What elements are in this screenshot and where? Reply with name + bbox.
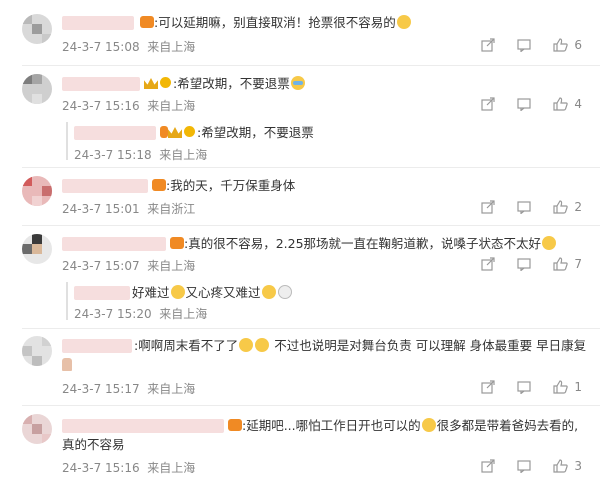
comment-text-tail: 不过也说明是对舞台负责 可以理解 身体最重要 早日康复 — [274, 338, 587, 353]
divider — [22, 225, 600, 226]
comment-icon[interactable] — [517, 380, 531, 394]
thumbs-up-icon — [553, 459, 569, 473]
like-count: 6 — [574, 38, 582, 52]
sweat-emoji-icon — [290, 76, 305, 90]
level-icon — [160, 77, 171, 88]
comment-text: :可以延期嘛，别直接取消！抢票很不容易的 — [154, 15, 396, 30]
avatar[interactable] — [22, 234, 52, 264]
like-count: 2 — [574, 200, 582, 214]
crown-icon — [168, 127, 182, 138]
share-icon[interactable] — [481, 459, 495, 473]
username[interactable] — [62, 339, 132, 353]
divider — [22, 328, 600, 329]
reply-username[interactable] — [74, 126, 156, 140]
like-button[interactable]: 2 — [553, 200, 582, 214]
like-button[interactable]: 4 — [553, 97, 582, 111]
like-count: 4 — [574, 97, 582, 111]
username[interactable] — [62, 16, 134, 30]
reply-text-2: 又心疼又难过 — [185, 285, 261, 300]
comment-text: :真的很不容易，2.25那场就一直在鞠躬道歉，说嗓子状态不太好 — [184, 236, 542, 251]
avatar[interactable] — [22, 336, 52, 366]
username[interactable] — [62, 419, 224, 433]
comment-location: 来自上海 — [147, 259, 196, 273]
comment-text: :我的天，千万保重身体 — [166, 178, 296, 193]
share-icon[interactable] — [481, 97, 495, 111]
share-icon[interactable] — [481, 257, 495, 271]
username[interactable] — [62, 237, 166, 251]
reply-text: 好难过 — [132, 285, 170, 300]
crying-emoji-icon — [261, 285, 276, 299]
comment-text: :啊啊周末看不了了 — [134, 338, 239, 353]
comment-location: 来自浙江 — [147, 202, 196, 216]
thumbs-up-icon — [553, 200, 569, 214]
thumbs-up-icon — [553, 38, 569, 52]
reply-location: 来自上海 — [159, 307, 208, 321]
like-button[interactable]: 7 — [553, 257, 582, 271]
comment-date: 24-3-7 15:01 — [62, 202, 140, 216]
comment-icon[interactable] — [517, 257, 531, 271]
comment-icon[interactable] — [517, 38, 531, 52]
avatar[interactable] — [22, 14, 52, 44]
avatar[interactable] — [22, 414, 52, 444]
avatar[interactable] — [22, 176, 52, 206]
reply-date: 24-3-7 15:18 — [74, 148, 152, 162]
comment-text-tail: 很多都是带着爸妈去看的, — [436, 418, 579, 433]
level-icon — [184, 126, 195, 137]
comment-text: :希望改期，不要退票 — [173, 76, 290, 91]
like-count: 1 — [574, 380, 582, 394]
comment-location: 来自上海 — [147, 99, 196, 113]
comment-text: :延期吧...哪怕工作日开也可以的 — [242, 418, 421, 433]
comment-icon[interactable] — [517, 97, 531, 111]
comment-date: 24-3-7 15:17 — [62, 382, 140, 396]
reply-text: :希望改期，不要退票 — [197, 125, 314, 140]
comment-date: 24-3-7 15:16 — [62, 99, 140, 113]
comment-location: 来自上海 — [147, 40, 196, 54]
comment-date: 24-3-7 15:07 — [62, 259, 140, 273]
reply-indicator — [66, 122, 68, 160]
crying-emoji-icon — [239, 338, 254, 352]
badge-icon — [152, 179, 166, 191]
username[interactable] — [62, 77, 140, 91]
thumbs-up-icon — [553, 257, 569, 271]
comment-text-line2: 真的不容易 — [62, 437, 125, 452]
thumbs-up-icon — [553, 97, 569, 111]
divider — [22, 405, 600, 406]
reply-date: 24-3-7 15:20 — [74, 307, 152, 321]
comment-date: 24-3-7 15:16 — [62, 461, 140, 475]
share-icon[interactable] — [481, 200, 495, 214]
like-button[interactable]: 3 — [553, 459, 582, 473]
reply-location: 来自上海 — [159, 148, 208, 162]
avatar[interactable] — [22, 74, 52, 104]
crying-emoji-icon — [542, 236, 557, 250]
share-icon[interactable] — [481, 38, 495, 52]
comment-location: 来自上海 — [147, 461, 196, 475]
skull-emoji-icon — [277, 285, 292, 299]
crying-emoji-icon — [170, 285, 185, 299]
comment-icon[interactable] — [517, 200, 531, 214]
badge-icon — [140, 16, 154, 28]
comment-location: 来自上海 — [147, 382, 196, 396]
like-count: 3 — [574, 459, 582, 473]
username[interactable] — [62, 179, 148, 193]
praying-emoji-icon — [62, 358, 72, 371]
crying-emoji-icon — [396, 15, 411, 29]
crying-emoji-icon — [421, 418, 436, 432]
comment-icon[interactable] — [517, 459, 531, 473]
like-button[interactable]: 1 — [553, 380, 582, 394]
divider — [22, 167, 600, 168]
comment-date: 24-3-7 15:08 — [62, 40, 140, 54]
crown-icon — [144, 78, 158, 89]
like-count: 7 — [574, 257, 582, 271]
divider — [22, 65, 600, 66]
reply-username[interactable] — [74, 286, 130, 300]
share-icon[interactable] — [481, 380, 495, 394]
badge-icon — [228, 419, 242, 431]
badge-icon — [170, 237, 184, 249]
badge-icon — [160, 126, 168, 138]
reply-indicator — [66, 282, 68, 320]
thumbs-up-icon — [553, 380, 569, 394]
like-button[interactable]: 6 — [553, 38, 582, 52]
crying-emoji-icon — [255, 338, 270, 352]
